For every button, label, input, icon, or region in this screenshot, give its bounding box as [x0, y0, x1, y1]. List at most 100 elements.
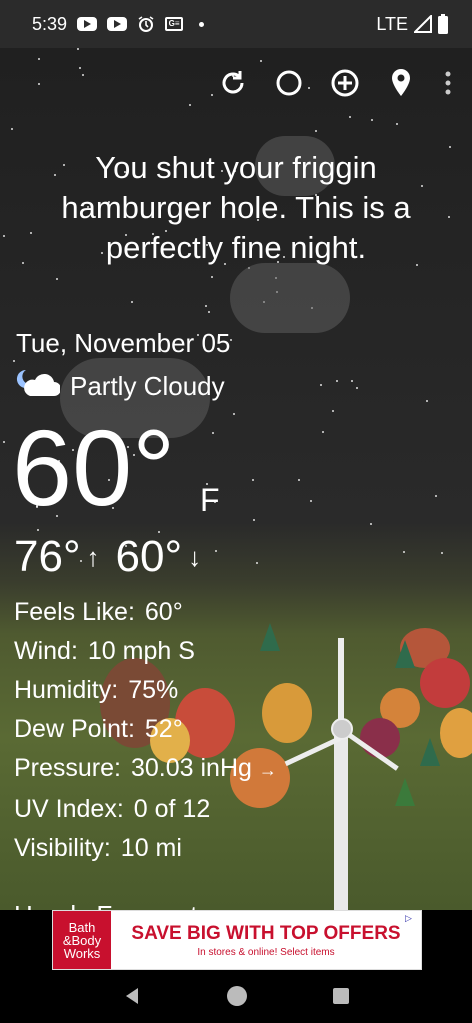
detail-value: 52° [144, 715, 183, 743]
pine-tree [420, 738, 440, 766]
star [3, 441, 5, 443]
star [56, 278, 58, 280]
forecast-date: Tue, November 05 [16, 328, 231, 358]
ad-headline: SAVE BIG WITH TOP OFFERS [131, 922, 401, 944]
ad-choices-icon[interactable]: ▷ [405, 913, 419, 927]
low-arrow-icon: ↓ [188, 541, 202, 572]
detail-wind: Wind: 10 mph S [14, 632, 277, 671]
autumn-tree [420, 658, 470, 708]
detail-visibility: Visibility: 10 mi [14, 829, 277, 868]
star [22, 262, 24, 264]
detail-value: 0 of 12 [133, 795, 211, 823]
star [211, 276, 213, 278]
news-icon: G≡ [165, 17, 184, 31]
detail-label: Dew Point: [14, 715, 135, 743]
star [82, 74, 84, 76]
current-temperature: 60° [12, 407, 176, 528]
detail-label: UV Index: [14, 795, 124, 823]
detail-label: Humidity: [14, 676, 119, 704]
detail-value: 75% [128, 676, 179, 704]
star [356, 387, 358, 389]
star [189, 104, 191, 106]
youtube-icon [107, 17, 128, 31]
autumn-tree [360, 718, 400, 758]
low-temp: 60° [115, 532, 183, 581]
star [310, 500, 312, 502]
star [403, 551, 405, 553]
add-location-icon[interactable] [330, 68, 360, 98]
star [212, 432, 214, 434]
recents-icon[interactable] [332, 987, 350, 1010]
alarm-icon [137, 15, 155, 33]
app-toolbar [218, 68, 454, 98]
high-temp: 76° [14, 532, 81, 581]
network-type: LTE [376, 13, 408, 34]
detail-value: 10 mi [120, 834, 182, 862]
star [349, 116, 351, 118]
status-bar: 5:39 G≡ LTE [0, 0, 472, 48]
theme-icon[interactable] [274, 68, 304, 98]
star [370, 523, 372, 525]
refresh-icon[interactable] [218, 68, 248, 98]
signal-icon [414, 15, 432, 33]
star [13, 360, 15, 362]
detail-label: Pressure: [14, 754, 121, 782]
star [448, 216, 450, 218]
detail-humidity: Humidity: 75% [14, 671, 277, 710]
star [441, 552, 443, 554]
detail-uv-index: UV Index: 0 of 12 [14, 790, 277, 829]
star [336, 380, 338, 382]
condition-row: Partly Cloudy [16, 366, 225, 407]
pine-tree [395, 778, 415, 806]
star [215, 550, 217, 552]
ad-container: Bath &Body Works SAVE BIG WITH TOP OFFER… [0, 910, 472, 974]
high-arrow-icon: ↑ [86, 541, 100, 572]
star [396, 123, 398, 125]
detail-dew-point: Dew Point: 52° [14, 710, 277, 749]
weather-details: Feels Like: 60° Wind: 10 mph S Humidity: 75… [14, 593, 277, 868]
star [205, 305, 207, 307]
more-vert-icon[interactable] [442, 68, 454, 98]
star [320, 384, 322, 386]
star [211, 94, 213, 96]
star [38, 58, 40, 60]
star [3, 235, 5, 237]
navigation-bar [0, 974, 472, 1023]
star [253, 519, 255, 521]
detail-label: Wind: [14, 637, 78, 665]
youtube-icon [77, 17, 98, 31]
wind-turbine [334, 730, 348, 910]
location-pin-icon[interactable] [386, 68, 416, 98]
star [260, 60, 262, 62]
star [79, 67, 81, 69]
ad-subtext: In stores & online! Select items [197, 946, 335, 958]
star [131, 301, 133, 303]
star [11, 128, 13, 130]
detail-feels-like: Feels Like: 60° [14, 593, 277, 632]
ad-banner[interactable]: Bath &Body Works SAVE BIG WITH TOP OFFER… [52, 910, 422, 970]
detail-value: 10 mph S [87, 637, 195, 665]
star [38, 83, 40, 85]
home-icon[interactable] [226, 985, 248, 1012]
background-cloud [230, 263, 350, 333]
star [298, 479, 300, 481]
back-icon[interactable] [122, 986, 142, 1011]
weather-scene: You shut your friggin hamburger hole. Th… [0, 48, 472, 910]
detail-label: Feels Like: [14, 598, 135, 626]
star [252, 479, 254, 481]
detail-value: 60° [144, 598, 183, 626]
star [371, 119, 373, 121]
autumn-tree [440, 708, 472, 758]
detail-label: Visibility: [14, 834, 111, 862]
detail-value: 30.03 inHg [130, 754, 252, 782]
partly-cloudy-night-icon [16, 366, 61, 407]
condition-text: Partly Cloudy [70, 371, 225, 401]
battery-icon [438, 14, 448, 34]
pressure-trend-icon: → [258, 760, 277, 780]
turbine-hub [331, 718, 353, 740]
star [322, 431, 324, 433]
pine-tree [395, 640, 415, 668]
temperature-unit: F [200, 482, 220, 518]
turbine-blade [338, 638, 344, 728]
hourly-heading: Hourly Forecast [14, 900, 198, 910]
